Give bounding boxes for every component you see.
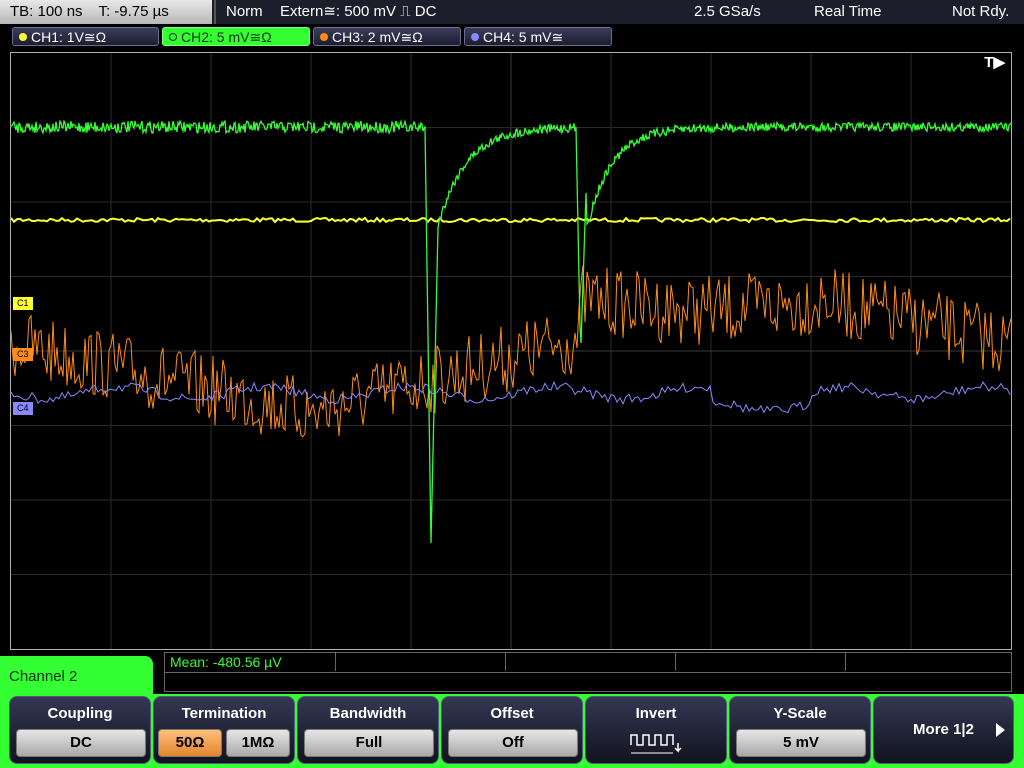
sample-rate[interactable]: 2.5 GSa/s <box>694 0 761 24</box>
waveform-svg <box>11 53 1011 649</box>
trigger-mode[interactable]: Norm <box>226 0 263 24</box>
measurement-cell <box>335 653 506 671</box>
more-softkey[interactable]: More 1|2 <box>873 696 1014 764</box>
next-page-icon <box>996 723 1005 737</box>
measurement-mean: Mean: -480.56 µV <box>170 654 282 670</box>
tab-ch4[interactable]: CH4: 5 mV≅ <box>464 27 612 46</box>
ch2-color-dot <box>169 33 177 41</box>
coupling-value-button[interactable]: DC <box>16 729 146 757</box>
yscale-softkey[interactable]: Y-Scale 5 mV <box>729 696 871 764</box>
invert-softkey[interactable]: Invert <box>585 696 727 764</box>
termination-50-button[interactable]: 50Ω <box>158 729 222 757</box>
measurement-cell <box>505 653 676 671</box>
status-bar: TB: 100 ns T: -9.75 µs Norm Extern≅: 500… <box>0 0 1024 24</box>
channel-tabs: CH1: 1V≅Ω CH2: 5 mV≅Ω CH3: 2 mV≅Ω CH4: 5… <box>0 24 1024 50</box>
invert-label: Invert <box>635 705 677 722</box>
acquisition-state: Not Rdy. <box>952 3 1010 20</box>
acquisition-mode[interactable]: Real Time <box>814 0 882 24</box>
tab-ch2[interactable]: CH2: 5 mV≅Ω <box>162 27 310 46</box>
ch1-color-dot <box>19 33 27 41</box>
timebase-box[interactable]: TB: 100 ns T: -9.75 µs <box>0 0 212 24</box>
ch4-offset-marker[interactable]: C4 <box>13 402 33 415</box>
ch3-label: CH3: 2 mV≅Ω <box>332 29 423 45</box>
offset-softkey[interactable]: Offset Off <box>441 696 583 764</box>
bandwidth-value-button[interactable]: Full <box>304 729 434 757</box>
coupling-label: Coupling <box>47 705 113 722</box>
more-label: More 1|2 <box>913 721 974 738</box>
ch4-label: CH4: 5 mV≅ <box>483 29 564 45</box>
bandwidth-softkey[interactable]: Bandwidth Full <box>297 696 439 764</box>
offset-value-button[interactable]: Off <box>448 729 578 757</box>
offset-label: Offset <box>490 705 534 722</box>
waveform-display[interactable]: T▶ C1 C3 C4 <box>10 52 1012 650</box>
measurement-cell <box>675 653 846 671</box>
trigger-time-value: T: -9.75 µs <box>98 3 169 20</box>
ch3-offset-marker[interactable]: C3 <box>13 348 33 361</box>
timebase-value: TB: 100 ns <box>10 3 83 20</box>
termination-label: Termination <box>181 705 267 722</box>
invert-waveform-icon <box>630 734 682 754</box>
yscale-value-button[interactable]: 5 mV <box>736 729 866 757</box>
coupling-softkey[interactable]: Coupling DC <box>9 696 151 764</box>
softkey-bar: Coupling DC Termination 50Ω 1MΩ Bandwidt… <box>0 694 1024 768</box>
ch1-offset-marker[interactable]: C1 <box>13 297 33 310</box>
bandwidth-label: Bandwidth <box>329 705 407 722</box>
trigger-position-icon[interactable]: T▶ <box>984 53 1005 71</box>
ch3-color-dot <box>320 33 328 41</box>
graticule <box>11 53 1011 649</box>
ch2-label: CH2: 5 mV≅Ω <box>181 29 272 45</box>
termination-1m-button[interactable]: 1MΩ <box>226 729 290 757</box>
ch1-label: CH1: 1V≅Ω <box>31 29 107 45</box>
tab-ch3[interactable]: CH3: 2 mV≅Ω <box>313 27 461 46</box>
divider <box>214 0 216 24</box>
trigger-source[interactable]: Extern≅: 500 mV ⎍ DC <box>280 0 436 24</box>
measurement-panel: Mean: -480.56 µV <box>164 652 1012 692</box>
ch4-color-dot <box>471 33 479 41</box>
termination-softkey[interactable]: Termination 50Ω 1MΩ <box>153 696 295 764</box>
measurement-divider <box>165 672 1011 673</box>
measurement-cell: Mean: -480.56 µV <box>165 653 336 671</box>
yscale-label: Y-Scale <box>773 705 827 722</box>
tab-ch1[interactable]: CH1: 1V≅Ω <box>12 27 159 46</box>
